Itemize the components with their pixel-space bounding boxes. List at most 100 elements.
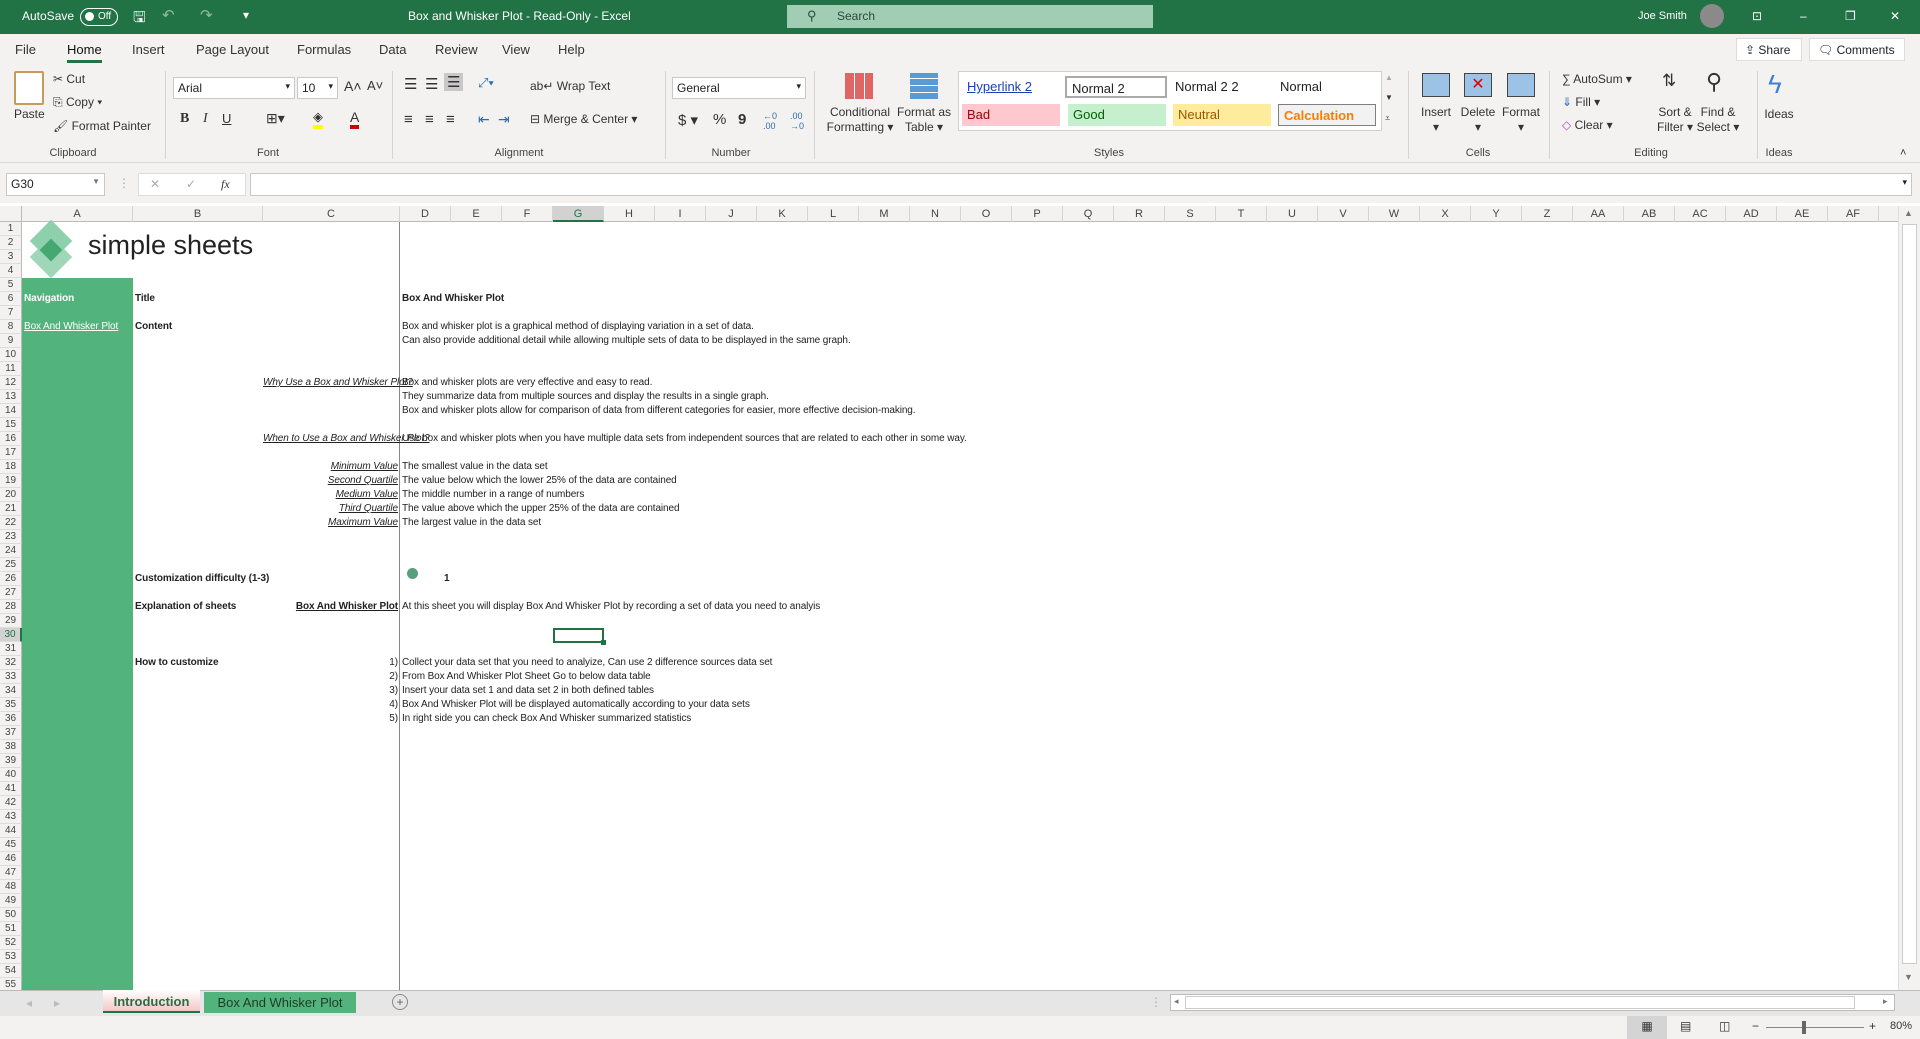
insert-function-icon[interactable]: fx: [221, 177, 230, 192]
column-header-Z[interactable]: Z: [1522, 206, 1573, 222]
row-header-6[interactable]: 6: [0, 292, 22, 306]
row-header-8[interactable]: 8: [0, 320, 22, 334]
restore-icon[interactable]: ❐: [1845, 9, 1856, 23]
row-header-43[interactable]: 43: [0, 810, 22, 824]
column-header-AB[interactable]: AB: [1624, 206, 1675, 222]
style-normal[interactable]: Normal: [1275, 76, 1373, 98]
style-normal-2[interactable]: Normal 2: [1065, 76, 1167, 98]
close-icon[interactable]: ✕: [1890, 9, 1900, 23]
row-header-27[interactable]: 27: [0, 586, 22, 600]
insert-cells-button[interactable]: Insert ▾: [1421, 105, 1451, 135]
column-header-K[interactable]: K: [757, 206, 808, 222]
row-header-32[interactable]: 32: [0, 656, 22, 670]
gallery-scroll-down-icon[interactable]: ▼: [1385, 93, 1393, 102]
tab-help[interactable]: Help: [558, 42, 585, 57]
enter-icon[interactable]: ✓: [186, 177, 196, 191]
column-header-C[interactable]: C: [263, 206, 400, 222]
column-header-P[interactable]: P: [1012, 206, 1063, 222]
row-header-41[interactable]: 41: [0, 782, 22, 796]
style-good[interactable]: Good: [1068, 104, 1166, 126]
wrap-text-button[interactable]: ab↵ Wrap Text: [530, 79, 610, 93]
column-header-Q[interactable]: Q: [1063, 206, 1114, 222]
ideas-icon[interactable]: ϟ: [1768, 69, 1782, 100]
prev-sheet-icon[interactable]: ◂: [26, 996, 32, 1010]
cell-A8[interactable]: Box And Whisker Plot: [24, 320, 118, 334]
cell-C21[interactable]: Third Quartile: [263, 502, 398, 516]
row-header-48[interactable]: 48: [0, 880, 22, 894]
scroll-right-icon[interactable]: ▸: [1883, 996, 1888, 1007]
fill-color-icon[interactable]: ◈: [313, 109, 323, 129]
style-neutral[interactable]: Neutral: [1173, 104, 1271, 126]
autosum-button[interactable]: ∑ AutoSum ▾: [1562, 72, 1632, 86]
column-header-N[interactable]: N: [910, 206, 961, 222]
column-header-B[interactable]: B: [133, 206, 263, 222]
scroll-up-icon[interactable]: ▲: [1904, 208, 1913, 218]
column-header-AA[interactable]: AA: [1573, 206, 1624, 222]
increase-decimal-icon[interactable]: ←0.00: [763, 111, 777, 131]
copy-button[interactable]: ⎘ Copy ▾: [53, 95, 102, 110]
column-header-X[interactable]: X: [1420, 206, 1471, 222]
share-button[interactable]: ⇪ Share: [1736, 38, 1802, 61]
row-header-17[interactable]: 17: [0, 446, 22, 460]
sheet-tab-introduction[interactable]: Introduction: [103, 990, 200, 1013]
tab-review[interactable]: Review: [435, 42, 478, 57]
tab-page-layout[interactable]: Page Layout: [196, 42, 269, 57]
tab-file[interactable]: File: [15, 42, 36, 57]
vertical-scroll-thumb[interactable]: [1902, 224, 1917, 964]
row-header-21[interactable]: 21: [0, 502, 22, 516]
row-header-34[interactable]: 34: [0, 684, 22, 698]
delete-cells-icon[interactable]: ✕: [1464, 73, 1492, 97]
column-header-W[interactable]: W: [1369, 206, 1420, 222]
row-header-2[interactable]: 2: [0, 236, 22, 250]
tab-insert[interactable]: Insert: [132, 42, 165, 57]
cell-C19[interactable]: Second Quartile: [263, 474, 398, 488]
row-header-13[interactable]: 13: [0, 390, 22, 404]
zoom-slider-thumb[interactable]: [1802, 1021, 1806, 1034]
row-header-39[interactable]: 39: [0, 754, 22, 768]
tab-home[interactable]: Home: [67, 42, 102, 63]
selected-cell-G30[interactable]: [553, 628, 606, 645]
autosave-toggle[interactable]: Off: [80, 8, 118, 26]
paste-button[interactable]: Paste: [14, 107, 45, 121]
cell-C22[interactable]: Maximum Value: [263, 516, 398, 530]
redo-icon[interactable]: ↷: [200, 6, 213, 24]
row-header-19[interactable]: 19: [0, 474, 22, 488]
column-header-E[interactable]: E: [451, 206, 502, 222]
conditional-formatting-icon[interactable]: [845, 73, 873, 99]
underline-button[interactable]: U: [222, 111, 231, 126]
column-header-J[interactable]: J: [706, 206, 757, 222]
add-sheet-icon[interactable]: +: [392, 994, 408, 1010]
tab-split-grip[interactable]: ⋮: [1150, 995, 1162, 1009]
percent-button[interactable]: %: [713, 111, 726, 128]
decrease-decimal-icon[interactable]: .00 →0: [790, 111, 804, 131]
column-header-D[interactable]: D: [400, 206, 451, 222]
align-top-icon[interactable]: ☰: [404, 75, 417, 93]
font-size-select[interactable]: 10 ▾: [297, 77, 338, 99]
find-select-icon[interactable]: ⚲: [1706, 69, 1722, 95]
column-header-AD[interactable]: AD: [1726, 206, 1777, 222]
style-bad[interactable]: Bad: [962, 104, 1060, 126]
row-header-54[interactable]: 54: [0, 964, 22, 978]
column-header-O[interactable]: O: [961, 206, 1012, 222]
row-header-7[interactable]: 7: [0, 306, 22, 320]
row-header-50[interactable]: 50: [0, 908, 22, 922]
zoom-in-icon[interactable]: +: [1869, 1019, 1876, 1033]
column-header-I[interactable]: I: [655, 206, 706, 222]
row-header-9[interactable]: 9: [0, 334, 22, 348]
row-header-28[interactable]: 28: [0, 600, 22, 614]
vertical-scrollbar[interactable]: ▲ ▼: [1898, 206, 1920, 990]
column-header-A[interactable]: A: [22, 206, 133, 222]
row-header-45[interactable]: 45: [0, 838, 22, 852]
page-break-view-icon[interactable]: ◫: [1719, 1019, 1730, 1033]
undo-icon[interactable]: ↶: [162, 6, 175, 24]
row-header-11[interactable]: 11: [0, 362, 22, 376]
row-header-18[interactable]: 18: [0, 460, 22, 474]
page-layout-view-icon[interactable]: ▤: [1680, 1019, 1691, 1033]
ideas-button[interactable]: Ideas: [1764, 107, 1793, 121]
number-format-select[interactable]: General ▾: [672, 77, 806, 99]
avatar[interactable]: [1700, 4, 1724, 28]
font-name-select[interactable]: Arial ▾: [173, 77, 295, 99]
align-center-icon[interactable]: ≡: [425, 111, 434, 128]
row-header-47[interactable]: 47: [0, 866, 22, 880]
name-box[interactable]: G30 ▼: [6, 173, 105, 196]
